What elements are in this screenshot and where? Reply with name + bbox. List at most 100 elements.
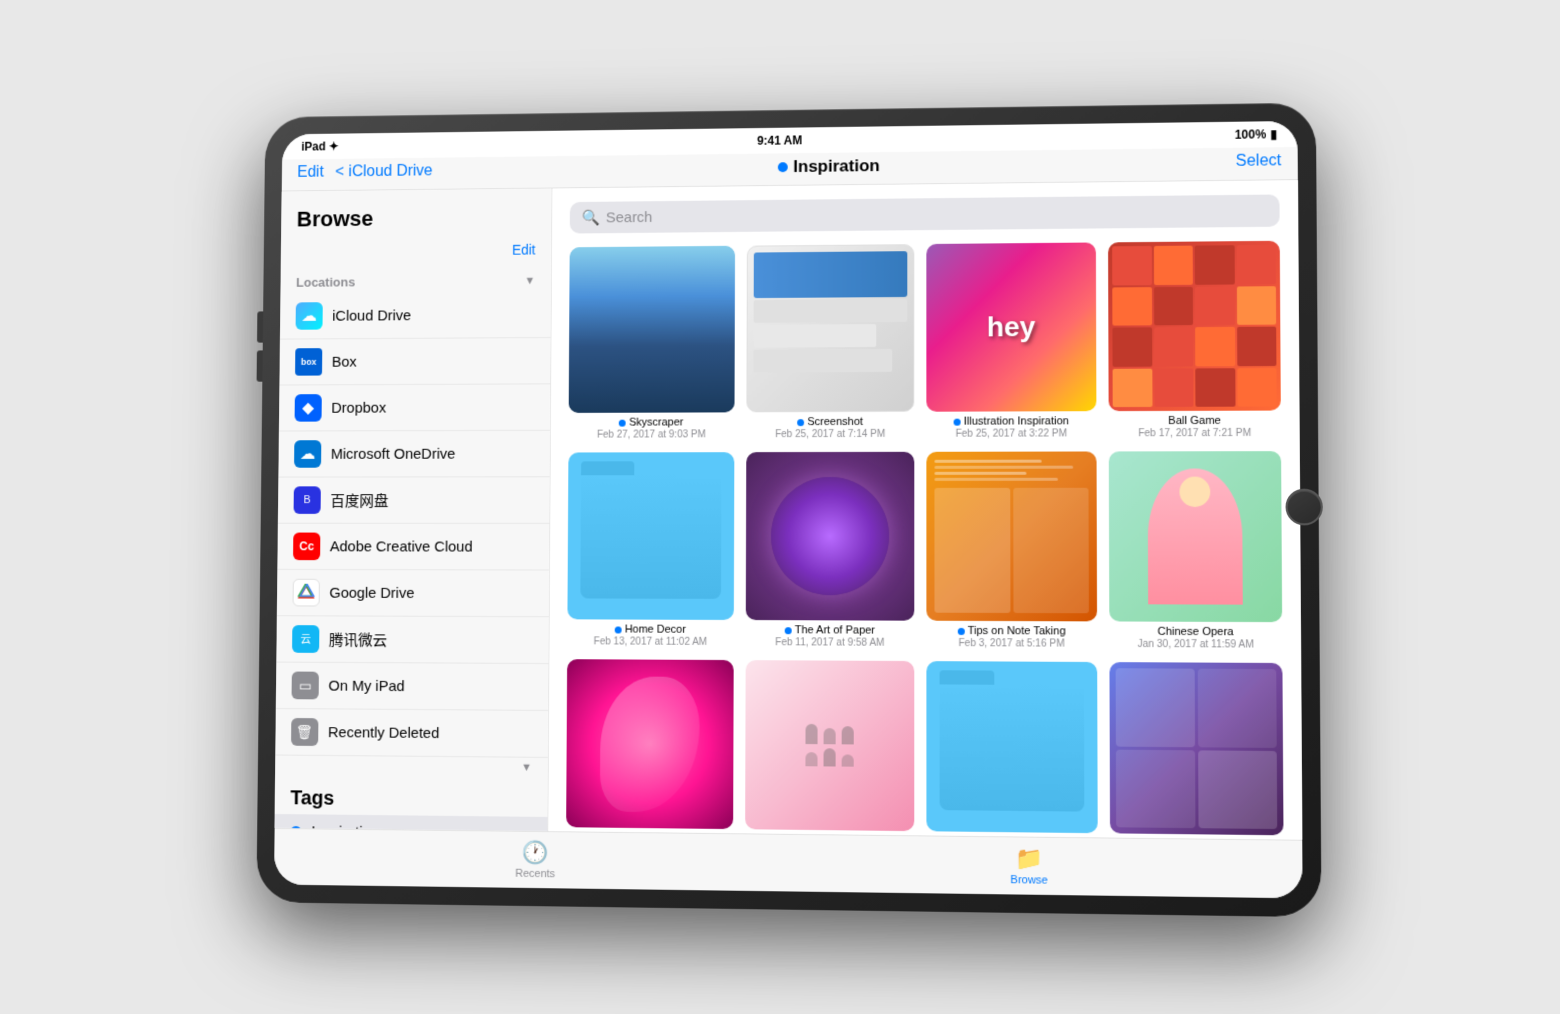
sidebar-item-dropbox[interactable]: ◆ Dropbox: [279, 384, 550, 431]
dropbox-icon: ◆: [295, 394, 322, 422]
baidu-icon: B: [294, 486, 321, 514]
box-label: Box: [332, 353, 357, 370]
icloud-label: iCloud Drive: [332, 307, 411, 324]
screenshot-thumb: [746, 244, 914, 412]
notestaking-name: Tips on Note Taking: [957, 625, 1065, 639]
nav-title-dot: [777, 162, 787, 172]
artofpaper-thumb: [746, 452, 915, 621]
tab-bar: 🕐 Recents 📁 Browse: [274, 828, 1303, 898]
volume-down-button: [257, 350, 263, 381]
ipad-device-label: On My iPad: [328, 677, 404, 694]
browse-icon: 📁: [1015, 846, 1043, 873]
trash-label: Recently Deleted: [328, 724, 439, 742]
sidebar-item-box[interactable]: box Box: [280, 338, 551, 386]
locations-edit-button[interactable]: Edit: [512, 242, 536, 258]
sidebar-item-tencent[interactable]: 云 腾讯微云: [276, 616, 548, 664]
file-item-notestaking[interactable]: Tips on Note Taking Feb 3, 2017 at 5:16 …: [926, 452, 1097, 651]
back-button[interactable]: < iCloud Drive: [335, 163, 433, 182]
illustrations-thumb: [926, 661, 1097, 833]
notestaking-date: Feb 3, 2017 at 5:16 PM: [958, 638, 1064, 650]
browse-label: Browse: [1010, 874, 1048, 887]
locations-edit-area: Edit: [281, 234, 551, 264]
sidebar-item-trash[interactable]: 🗑 Recently Deleted: [275, 709, 548, 758]
file-item-parksketch[interactable]: Park Sketch Jan 21, 2017 at 5:35 PM: [745, 661, 914, 840]
ipad-screen: iPad ✦ 9:41 AM 100% ▮ Edit < iCloud Driv…: [274, 121, 1303, 898]
homedecor-name: Home Decor: [615, 624, 686, 637]
sidebar-item-google[interactable]: Google Drive: [277, 570, 549, 617]
skyscraper-thumb: [569, 246, 735, 413]
sidebar-item-ipad[interactable]: ▭ On My iPad: [276, 663, 548, 711]
adobe-label: Adobe Creative Cloud: [330, 538, 473, 555]
illustration-date: Feb 25, 2017 at 3:22 PM: [956, 429, 1067, 440]
icloud-icon: ☁: [296, 302, 323, 330]
status-left: iPad ✦: [301, 139, 338, 153]
edit-button[interactable]: Edit: [297, 164, 324, 182]
notestaking-dot: [957, 628, 964, 635]
adobe-icon: Cc: [293, 533, 320, 561]
ipad-body: iPad ✦ 9:41 AM 100% ▮ Edit < iCloud Driv…: [256, 103, 1321, 918]
file-item-artofpaper[interactable]: The Art of Paper Feb 11, 2017 at 9:58 AM: [746, 452, 915, 649]
ipad-label: iPad ✦: [301, 139, 338, 153]
ballgame-name: Ball Game: [1168, 415, 1221, 428]
tab-recents[interactable]: 🕐 Recents: [515, 840, 555, 881]
sidebar-item-onedrive[interactable]: ☁ Microsoft OneDrive: [279, 431, 550, 478]
file-item-illustration[interactable]: hey Illustration Inspiration Feb 25, 201…: [926, 242, 1096, 439]
file-item-ballgame[interactable]: Ball Game Feb 17, 2017 at 7:21 PM: [1108, 241, 1281, 440]
chineseopera-thumb: [1109, 451, 1282, 622]
sidebar: Browse Edit Locations ▼ ☁ iCloud Drive: [275, 189, 553, 831]
dropbox-label: Dropbox: [331, 399, 386, 416]
chineseopera-date: Jan 30, 2017 at 11:59 AM: [1137, 639, 1254, 651]
parksketch-thumb: [745, 661, 914, 832]
recents-icon: 🕐: [522, 840, 549, 866]
battery-icon: ▮: [1270, 127, 1277, 141]
ballgame-date: Feb 17, 2017 at 7:21 PM: [1138, 428, 1251, 439]
tencent-label: 腾讯微云: [329, 629, 387, 650]
modernjewelry-thumb: [1109, 662, 1283, 835]
search-placeholder: Search: [606, 209, 653, 226]
tags-category: Tags: [275, 775, 548, 817]
sidebar-item-icloud[interactable]: ☁ iCloud Drive: [280, 292, 551, 340]
ballgame-thumb: [1108, 241, 1281, 411]
trash-icon: 🗑: [291, 718, 318, 746]
select-button[interactable]: Select: [1236, 152, 1282, 171]
locations-expand-chevron: ▼: [521, 762, 532, 774]
google-label: Google Drive: [329, 584, 414, 601]
screenshot-name: Screenshot: [797, 416, 863, 429]
ipad-device-icon: ▭: [292, 672, 319, 700]
artofpaper-name: The Art of Paper: [785, 624, 875, 638]
screenshot-date: Feb 25, 2017 at 7:14 PM: [775, 429, 885, 440]
locations-category: Locations ▼: [281, 261, 551, 294]
sidebar-item-baidu[interactable]: B 百度网盘: [278, 477, 550, 524]
search-bar[interactable]: 🔍 Search: [570, 194, 1280, 233]
skyscraper-date: Feb 27, 2017 at 9:03 PM: [597, 430, 706, 441]
pinkleaf-thumb: [566, 660, 734, 830]
locations-chevron: ▼: [525, 275, 536, 287]
chineseopera-name: Chinese Opera: [1157, 626, 1233, 640]
file-item-chineseopera[interactable]: Chinese Opera Jan 30, 2017 at 11:59 AM: [1109, 451, 1283, 651]
file-item-homedecor[interactable]: Home Decor Feb 13, 2017 at 11:02 AM: [567, 452, 734, 648]
file-item-pinkleaf[interactable]: Pink Leaf Jan 28, 2017 at 3:09 PM: [566, 660, 734, 840]
file-grid-area: 🔍 Search Skyscraper: [548, 180, 1302, 839]
skyscraper-name: Skyscraper: [619, 417, 683, 430]
homedecor-thumb: [567, 452, 734, 620]
home-button[interactable]: [1285, 489, 1322, 526]
file-item-illustrations[interactable]: Illustrations Jan 17, 2017 at 1:36 PM: [926, 661, 1097, 839]
screenshot-dot: [797, 419, 804, 426]
illustration-name: Illustration Inspiration: [954, 415, 1069, 429]
nav-title: Inspiration: [777, 156, 879, 177]
artofpaper-date: Feb 11, 2017 at 9:58 AM: [775, 638, 884, 650]
status-time: 9:41 AM: [757, 133, 802, 147]
content-area: Browse Edit Locations ▼ ☁ iCloud Drive: [275, 180, 1303, 839]
file-item-screenshot[interactable]: Screenshot Feb 25, 2017 at 7:14 PM: [746, 244, 914, 440]
file-item-skyscraper[interactable]: Skyscraper Feb 27, 2017 at 9:03 PM: [569, 246, 736, 441]
homedecor-date: Feb 13, 2017 at 11:02 AM: [594, 637, 707, 649]
onedrive-label: Microsoft OneDrive: [331, 445, 456, 462]
status-right: 100% ▮: [1235, 127, 1277, 142]
sidebar-item-adobe[interactable]: Cc Adobe Creative Cloud: [278, 524, 550, 571]
file-item-modernjewelry[interactable]: Modern Jewelry Jan 14, 2017 at 9:57 AM: [1109, 662, 1283, 839]
tab-browse[interactable]: 📁 Browse: [1010, 845, 1048, 886]
skyscraper-dot: [619, 420, 626, 427]
file-grid: Skyscraper Feb 27, 2017 at 9:03 PM: [557, 237, 1294, 840]
box-icon: box: [295, 348, 322, 376]
google-icon: [293, 579, 320, 607]
